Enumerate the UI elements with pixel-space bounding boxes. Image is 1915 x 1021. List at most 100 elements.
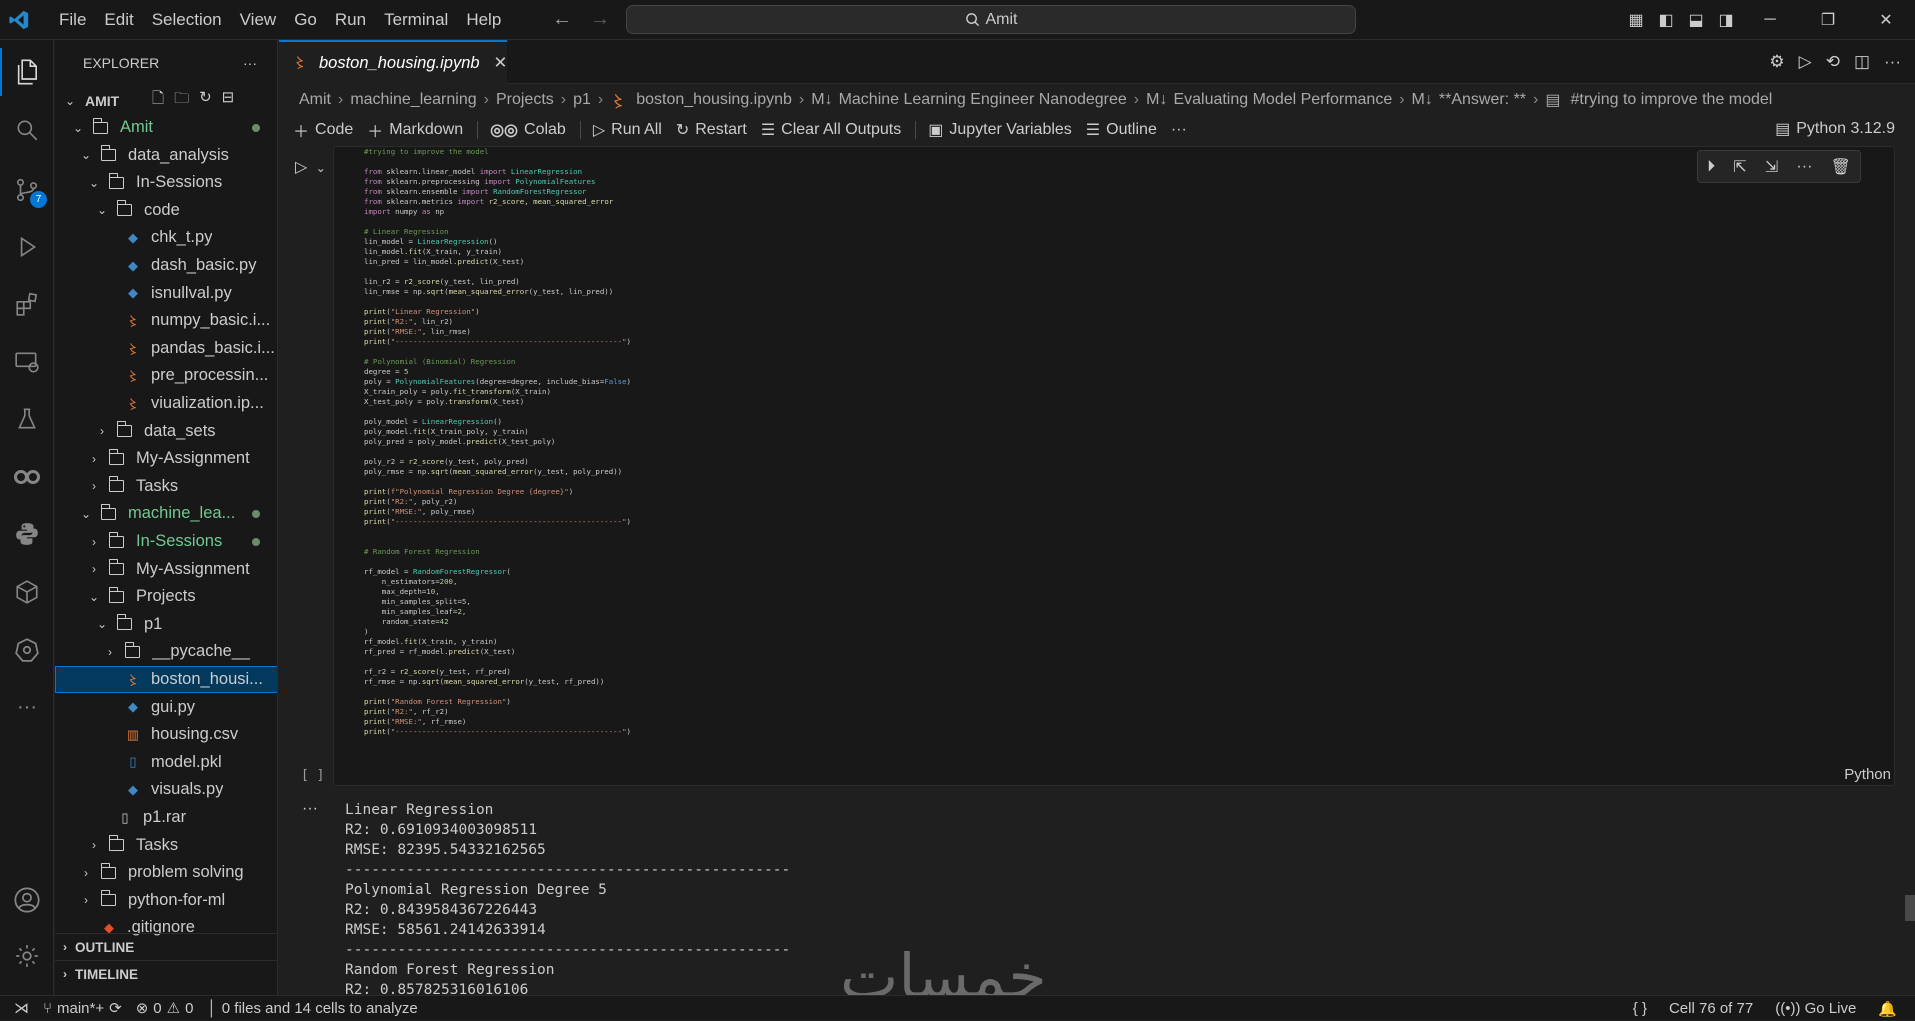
breadcrumb-item[interactable]: boston_housing.ipynb xyxy=(636,91,792,109)
source-control-icon[interactable]: 7 xyxy=(0,166,54,214)
tree-item[interactable]: ⌄ p1 xyxy=(55,611,277,638)
jupyter-variables-button[interactable]: ▣ Jupyter Variables xyxy=(928,120,1072,140)
refresh-icon[interactable]: ↻ xyxy=(199,88,212,113)
chevron-right-icon[interactable]: › xyxy=(103,645,117,659)
tree-item[interactable]: 〻 numpy_basic.i... xyxy=(55,307,277,334)
menu-view[interactable]: View xyxy=(231,0,286,40)
chevron-down-icon[interactable]: ⌄ xyxy=(79,148,93,162)
tree-item[interactable]: ◆ chk_t.py xyxy=(55,224,277,251)
explorer-icon[interactable] xyxy=(0,48,54,96)
menu-terminal[interactable]: Terminal xyxy=(375,0,457,40)
chevron-right-icon[interactable]: › xyxy=(87,479,101,493)
breadcrumb-item[interactable]: Evaluating Model Performance xyxy=(1173,91,1392,109)
restart-button[interactable]: ↻ Restart xyxy=(676,120,747,140)
tree-item[interactable]: 〻 viualization.ip... xyxy=(55,390,277,417)
tree-item[interactable]: › My-Assignment xyxy=(55,445,277,472)
chevron-down-icon[interactable]: ⌄ xyxy=(87,590,101,604)
new-folder-icon[interactable]: 🗀 xyxy=(174,88,189,113)
chevron-right-icon[interactable]: › xyxy=(79,893,93,907)
delete-cell-icon[interactable]: 🗑 xyxy=(1831,157,1851,177)
explorer-more-button[interactable]: ··· xyxy=(243,55,257,71)
forward-arrow-icon[interactable]: → xyxy=(590,8,610,31)
tree-item[interactable]: ⌄ Amit xyxy=(55,114,277,141)
breadcrumb-item[interactable]: #trying to improve the model xyxy=(1570,91,1772,109)
tree-item[interactable]: 〻 boston_housi... xyxy=(55,666,277,693)
tree-item[interactable]: › problem solving xyxy=(55,859,277,886)
tree-item[interactable]: ▥ housing.csv xyxy=(55,721,277,748)
toolbar-more-button[interactable]: ··· xyxy=(1171,121,1187,139)
chevron-right-icon[interactable]: › xyxy=(87,838,101,852)
toggle-panel-icon[interactable]: ⬓ xyxy=(1681,0,1711,40)
chevron-right-icon[interactable]: › xyxy=(87,535,101,549)
menu-help[interactable]: Help xyxy=(457,0,510,40)
accounts-icon[interactable] xyxy=(0,876,54,924)
colab-button[interactable]: ◎◎ Colab xyxy=(490,120,566,140)
toggle-secondary-sidebar-icon[interactable]: ◨ xyxy=(1711,0,1741,40)
close-tab-icon[interactable]: ✕ xyxy=(494,53,508,73)
tree-item[interactable]: ◆ gui.py xyxy=(55,694,277,721)
tree-item[interactable]: ▯ p1.rar xyxy=(55,804,277,831)
menu-go[interactable]: Go xyxy=(285,0,326,40)
tree-item[interactable]: › In-Sessions xyxy=(55,528,277,555)
add-markdown-cell-button[interactable]: ＋ Markdown xyxy=(367,118,463,142)
tree-item[interactable]: ⌄ machine_lea... xyxy=(55,500,277,527)
cell-more-icon[interactable]: ··· xyxy=(1796,158,1812,176)
menu-run[interactable]: Run xyxy=(326,0,375,40)
chevron-down-icon[interactable]: ⌄ xyxy=(87,176,101,190)
outline-section[interactable]: › OUTLINE xyxy=(55,933,277,960)
tree-item[interactable]: ◆ isnullval.py xyxy=(55,280,277,307)
scrollbar-thumb[interactable] xyxy=(1905,895,1915,921)
tree-item[interactable]: ◆ dash_basic.py xyxy=(55,252,277,279)
kernel-picker[interactable]: ▤ Python 3.12.9 xyxy=(1775,119,1895,139)
close-window-button[interactable]: ✕ xyxy=(1857,0,1915,40)
minimize-button[interactable]: ─ xyxy=(1741,0,1799,40)
cell-language[interactable]: Python xyxy=(1844,766,1891,783)
run-icon[interactable]: ▷ xyxy=(1799,52,1812,72)
language-status[interactable]: { } xyxy=(1633,1000,1647,1017)
breadcrumb-item[interactable]: Amit xyxy=(299,91,331,109)
tree-item[interactable]: › Tasks xyxy=(55,473,277,500)
workspace-root[interactable]: ⌄ AMIT 🗋 🗀 ↻ ⊟ xyxy=(55,87,277,114)
analysis-status[interactable]: │ 0 files and 14 cells to analyze xyxy=(207,1000,417,1017)
go-live-button[interactable]: ((•)) Go Live xyxy=(1775,1000,1856,1017)
timeline-section[interactable]: › TIMELINE xyxy=(55,960,277,987)
extensions-icon[interactable] xyxy=(0,280,54,328)
testing-flask-icon[interactable] xyxy=(0,395,54,443)
tree-item[interactable]: ⌄ code xyxy=(55,197,277,224)
chevron-right-icon[interactable]: › xyxy=(87,562,101,576)
chevron-down-icon[interactable]: ⌄ xyxy=(79,507,93,521)
menu-edit[interactable]: Edit xyxy=(95,0,142,40)
notifications-bell-icon[interactable]: 🔔 xyxy=(1878,1000,1897,1018)
tree-item[interactable]: 〻 pre_processin... xyxy=(55,362,277,389)
remote-explorer-icon[interactable] xyxy=(0,338,54,386)
cell-position[interactable]: Cell 76 of 77 xyxy=(1669,1000,1753,1017)
output-actions[interactable]: ··· xyxy=(302,800,318,818)
breadcrumb-item[interactable]: Machine Learning Engineer Nanodegree xyxy=(839,91,1127,109)
code-editor[interactable]: #trying to improve the model from sklear… xyxy=(364,147,631,737)
restore-button[interactable]: ❐ xyxy=(1799,0,1857,40)
add-code-cell-button[interactable]: ＋ Code xyxy=(293,118,353,142)
history-icon[interactable]: ⟲ xyxy=(1826,52,1840,72)
chevron-down-icon[interactable]: ⌄ xyxy=(71,121,85,135)
toggle-sidebar-icon[interactable]: ◧ xyxy=(1651,0,1681,40)
kubernetes-icon[interactable] xyxy=(0,626,54,674)
tree-item[interactable]: ▯ model.pkl xyxy=(55,749,277,776)
tree-item[interactable]: ⌄ In-Sessions xyxy=(55,169,277,196)
new-file-icon[interactable]: 🗋 xyxy=(152,88,164,113)
chevron-right-icon[interactable]: › xyxy=(95,424,109,438)
tab-boston-housing[interactable]: 〻 boston_housing.ipynb ✕ xyxy=(279,40,507,84)
chevron-right-icon[interactable]: › xyxy=(79,866,93,880)
chevron-down-icon[interactable]: ⌄ xyxy=(316,161,326,175)
tree-item[interactable]: › __pycache__ xyxy=(55,638,277,665)
outline-button[interactable]: ☰ Outline xyxy=(1086,120,1157,140)
tree-item[interactable]: › data_sets xyxy=(55,418,277,445)
execute-below-icon[interactable]: ⇲ xyxy=(1765,157,1778,177)
problems-indicator[interactable]: ⊗ 0 ⚠ 0 xyxy=(136,999,194,1018)
split-editor-icon[interactable]: ◫ xyxy=(1854,52,1870,72)
run-by-line-icon[interactable]: ⏵ xyxy=(1707,158,1715,176)
menu-selection[interactable]: Selection xyxy=(143,0,231,40)
more-actions-icon[interactable]: ··· xyxy=(1884,52,1901,72)
breadcrumb-item[interactable]: **Answer: ** xyxy=(1439,91,1526,109)
notebook-settings-gear-icon[interactable]: ⚙ xyxy=(1769,52,1784,72)
containers-icon[interactable] xyxy=(0,568,54,616)
